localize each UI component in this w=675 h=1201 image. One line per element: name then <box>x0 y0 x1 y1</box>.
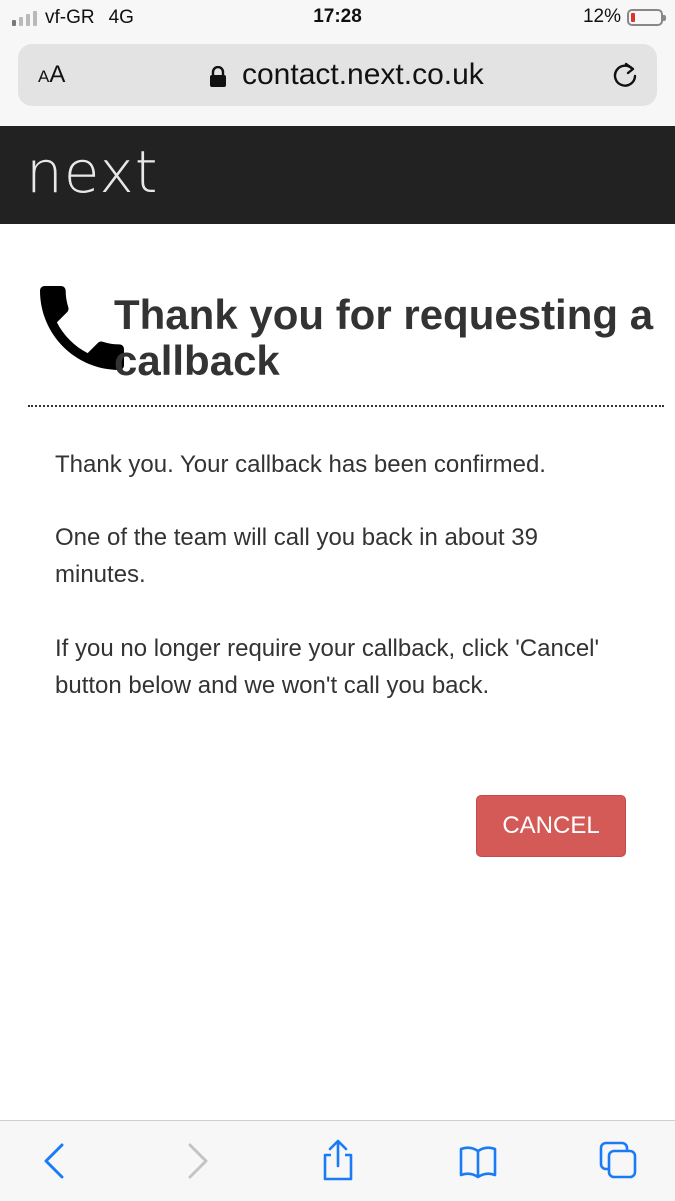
status-right: 12% <box>582 6 666 28</box>
cancel-button[interactable]: CANCEL <box>476 795 626 857</box>
page-title: Thank you for requesting a callback <box>114 291 654 384</box>
status-time: 17:28 <box>313 6 362 27</box>
battery-icon <box>627 8 666 26</box>
battery-percent: 12% <box>582 6 621 27</box>
address-bar[interactable]: AA contact.next.co.uk <box>18 44 657 106</box>
lock-icon <box>210 66 226 87</box>
status-bar: vf-GR 4G 17:28 12% <box>0 0 675 38</box>
browser-toolbar <box>0 1120 675 1201</box>
title-divider <box>28 405 664 407</box>
forward-icon[interactable] <box>176 1139 216 1183</box>
back-icon[interactable] <box>36 1139 76 1183</box>
url-text[interactable]: contact.next.co.uk <box>242 58 484 92</box>
confirmation-text: Thank you. Your callback has been confir… <box>55 451 546 478</box>
share-icon[interactable] <box>318 1139 358 1183</box>
callback-eta-text: One of the team will call you back in ab… <box>55 524 538 588</box>
tabs-icon[interactable] <box>598 1139 638 1183</box>
text-size-button[interactable]: AA <box>38 61 65 89</box>
site-header: next <box>0 126 675 224</box>
next-logo[interactable]: next <box>26 138 159 206</box>
browser-address-area: AA contact.next.co.uk <box>0 38 675 126</box>
bookmarks-icon[interactable] <box>458 1139 498 1183</box>
reload-icon[interactable] <box>610 60 640 90</box>
cancel-instructions-text: If you no longer require your callback, … <box>55 635 600 699</box>
